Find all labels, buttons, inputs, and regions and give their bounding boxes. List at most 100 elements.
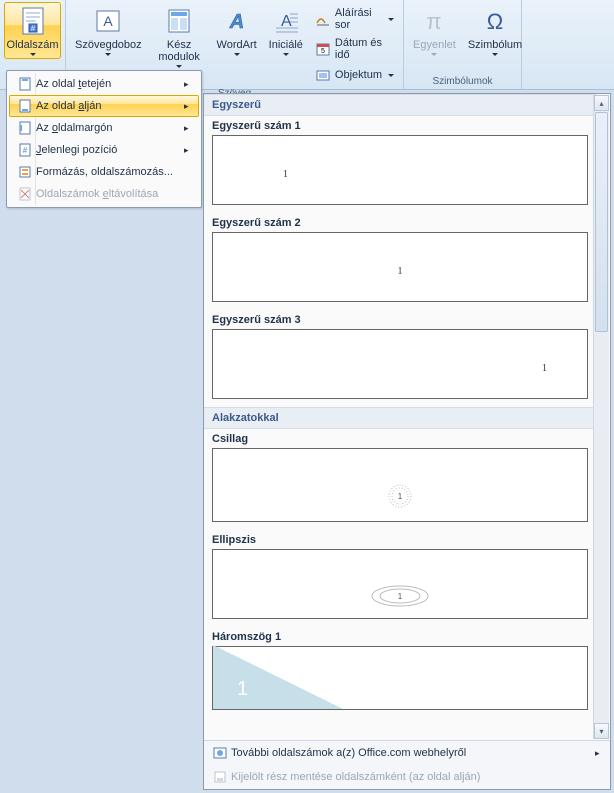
chevron-down-icon xyxy=(283,53,289,56)
wordart-icon: A xyxy=(221,5,253,37)
footer-more-office[interactable]: További oldalszámok a(z) Office.com webh… xyxy=(204,741,610,765)
footer-save-selection: Kijelölt rész mentése oldalszámként (az … xyxy=(204,765,610,789)
menu-margin-label: Az oldalmargón xyxy=(36,122,184,134)
gallery-item-title: Egyszerű szám 3 xyxy=(212,314,588,326)
textbox-icon: A xyxy=(92,5,124,37)
svg-text:1: 1 xyxy=(237,678,248,700)
svg-text:1: 1 xyxy=(398,492,403,501)
svg-text:5: 5 xyxy=(321,48,325,55)
chevron-down-icon xyxy=(30,53,36,56)
page-top-icon xyxy=(14,75,36,93)
chevron-right-icon: ▸ xyxy=(184,101,198,112)
equation-icon: π xyxy=(418,5,450,37)
svg-text:#: # xyxy=(30,24,35,33)
chevron-right-icon: ▸ xyxy=(184,145,198,156)
page-number-gallery: Egyszerű Egyszerű szám 1 1 Egyszerű szám… xyxy=(203,93,611,790)
gallery-item-title: Egyszerű szám 2 xyxy=(212,217,588,229)
date-time-icon: 5 xyxy=(315,41,331,57)
chevron-down-icon xyxy=(431,53,437,56)
gallery-footer: További oldalszámok a(z) Office.com webh… xyxy=(204,740,610,789)
menu-current-position[interactable]: # Jelenlegi pozíció ▸ xyxy=(9,139,199,161)
triangle-shape-icon: 1 xyxy=(213,645,343,709)
format-icon xyxy=(14,163,36,181)
gallery-section-shapes: Alakzatokkal xyxy=(204,407,596,429)
menu-remove: Oldalszámok eltávolítása xyxy=(9,183,199,205)
gallery-item-triangle-1[interactable]: Háromszög 1 1 xyxy=(204,627,596,718)
page-number-sample: 1 xyxy=(398,266,403,277)
chevron-down-icon xyxy=(105,53,111,56)
egyenlet-button[interactable]: π Egyenlet xyxy=(408,2,461,59)
alairasi-sor-button[interactable]: Aláírási sor xyxy=(310,4,399,34)
oldalszam-dropdown: Az oldal tetején ▸ Az oldal alján ▸ Az o… xyxy=(6,70,202,208)
gallery-section-simple: Egyszerű xyxy=(204,94,596,116)
footer-more-label: További oldalszámok a(z) Office.com webh… xyxy=(231,747,595,759)
svg-text:Ω: Ω xyxy=(487,9,503,34)
menu-top-of-page[interactable]: Az oldal tetején ▸ xyxy=(9,73,199,95)
gallery-item-star[interactable]: Csillag 1 xyxy=(204,429,596,530)
menu-format-label: Formázás, oldalszámozás... xyxy=(36,166,198,178)
alairasi-label: Aláírási sor xyxy=(335,7,382,31)
footer-save-label: Kijelölt rész mentése oldalszámként (az … xyxy=(231,771,609,783)
oldalszam-label: Oldalszám xyxy=(7,39,59,51)
datum-ido-button[interactable]: 5 Dátum és idő xyxy=(310,34,399,64)
svg-text:A: A xyxy=(228,11,243,33)
objektum-label: Objektum xyxy=(335,69,382,81)
gallery-item-simple-2[interactable]: Egyszerű szám 2 1 xyxy=(204,213,596,310)
save-selection-icon xyxy=(209,768,231,786)
gallery-item-ellipse[interactable]: Ellipszis 1 xyxy=(204,530,596,627)
svg-text:A: A xyxy=(104,13,114,29)
gallery-item-title: Egyszerű szám 1 xyxy=(212,120,588,132)
group-szimbolumok-label: Szimbólumok xyxy=(408,74,517,89)
gallery-item-title: Háromszög 1 xyxy=(212,631,588,643)
signature-icon xyxy=(315,11,331,27)
szimbolum-button[interactable]: Ω Szimbólum xyxy=(463,2,527,59)
gallery-item-title: Ellipszis xyxy=(212,534,588,546)
gallery-preview: 1 xyxy=(212,448,588,522)
page-number-sample: 1 xyxy=(542,363,547,374)
scroll-up-button[interactable]: ▴ xyxy=(594,95,609,111)
svg-text:#: # xyxy=(23,146,28,155)
chevron-right-icon: ▸ xyxy=(595,748,609,759)
wordart-button[interactable]: A WordArt xyxy=(212,2,262,86)
oldalszam-button[interactable]: # Oldalszám xyxy=(4,2,61,59)
wordart-label: WordArt xyxy=(217,39,257,51)
quick-parts-icon xyxy=(163,5,195,37)
datum-label: Dátum és idő xyxy=(335,37,394,61)
gallery-preview: 1 xyxy=(212,135,588,205)
inicialek-button[interactable]: A Iniciálé xyxy=(264,2,308,86)
chevron-down-icon xyxy=(388,18,394,21)
szimbolum-label: Szimbólum xyxy=(468,39,522,51)
chevron-down-icon xyxy=(234,53,240,56)
menu-bottom-of-page[interactable]: Az oldal alján ▸ xyxy=(9,95,199,117)
chevron-down-icon xyxy=(176,65,182,68)
gallery-preview: 1 xyxy=(212,329,588,399)
office-com-icon xyxy=(209,744,231,762)
kesz-modulok-label: Kész modulok xyxy=(154,39,205,63)
inicialek-label: Iniciálé xyxy=(269,39,303,51)
gallery-scrollbar[interactable]: ▴ ▾ xyxy=(593,95,609,739)
chevron-right-icon: ▸ xyxy=(184,79,198,90)
remove-icon xyxy=(14,185,36,203)
menu-bottom-label: Az oldal alján xyxy=(36,100,184,112)
menu-format[interactable]: Formázás, oldalszámozás... xyxy=(9,161,199,183)
gallery-item-title: Csillag xyxy=(212,433,588,445)
ellipse-shape-icon: 1 xyxy=(370,584,430,608)
menu-page-margin[interactable]: Az oldalmargón ▸ xyxy=(9,117,199,139)
menu-top-label: Az oldal tetején xyxy=(36,78,184,90)
chevron-down-icon xyxy=(388,74,394,77)
svg-text:1: 1 xyxy=(398,592,403,601)
gallery-scroll-area: Egyszerű Egyszerű szám 1 1 Egyszerű szám… xyxy=(204,94,610,740)
objektum-button[interactable]: Objektum xyxy=(310,64,399,86)
gallery-preview: 1 xyxy=(212,232,588,302)
gallery-item-simple-3[interactable]: Egyszerű szám 3 1 xyxy=(204,310,596,407)
object-icon xyxy=(315,67,331,83)
scroll-thumb[interactable] xyxy=(595,112,608,332)
chevron-right-icon: ▸ xyxy=(184,123,198,134)
drop-cap-icon: A xyxy=(270,5,302,37)
scroll-down-button[interactable]: ▾ xyxy=(594,723,609,739)
gallery-item-simple-1[interactable]: Egyszerű szám 1 1 xyxy=(204,116,596,213)
current-pos-icon: # xyxy=(14,141,36,159)
gallery-preview: 1 xyxy=(212,549,588,619)
chevron-down-icon xyxy=(492,53,498,56)
symbol-icon: Ω xyxy=(479,5,511,37)
